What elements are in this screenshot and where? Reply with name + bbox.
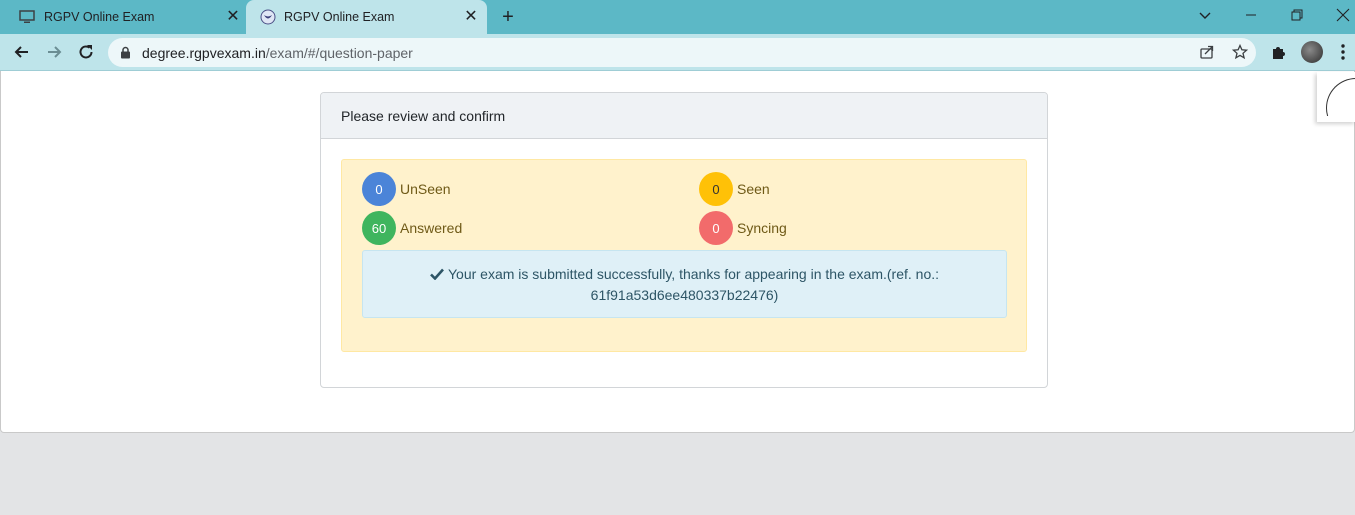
tab-title: RGPV Online Exam — [284, 10, 395, 24]
url-text[interactable]: degree.rgpvexam.in/exam/#/question-paper — [142, 45, 413, 61]
url-path: /exam/#/question-paper — [265, 45, 413, 61]
monitor-icon — [19, 10, 35, 23]
answered-count-badge: 60 — [362, 211, 396, 245]
close-tab-icon[interactable]: ✕ — [225, 9, 241, 25]
review-card: Please review and confirm 0 UnSeen 0 See… — [320, 92, 1048, 388]
share-icon[interactable] — [1199, 44, 1215, 60]
bookmark-star-icon[interactable] — [1232, 44, 1248, 60]
seen-label: Seen — [737, 181, 770, 197]
tab-title: RGPV Online Exam — [44, 10, 155, 24]
message-line-2: 61f91a53d6ee480337b22476) — [590, 287, 779, 303]
address-bar[interactable]: degree.rgpvexam.in/exam/#/question-paper — [108, 38, 1256, 67]
submission-success-message: Your exam is submitted successfully, tha… — [362, 250, 1007, 318]
forward-icon[interactable] — [44, 42, 64, 62]
browser-tab-active[interactable]: RGPV Online Exam ✕ — [246, 0, 487, 34]
answered-label: Answered — [400, 220, 463, 236]
arc-decoration — [1326, 78, 1355, 116]
seen-count-badge: 0 — [699, 172, 733, 206]
page-viewport: Please review and confirm 0 UnSeen 0 See… — [0, 71, 1355, 433]
stat-answered: 60 Answered — [362, 211, 462, 245]
card-header: Please review and confirm — [321, 93, 1047, 139]
new-tab-icon[interactable]: + — [499, 7, 517, 27]
reload-icon[interactable] — [76, 42, 96, 62]
unseen-label: UnSeen — [400, 181, 451, 197]
stat-seen: 0 Seen — [699, 172, 770, 206]
rgpv-logo-icon — [260, 9, 276, 25]
back-icon[interactable] — [12, 42, 32, 62]
profile-avatar[interactable] — [1301, 41, 1323, 63]
message-text-1: Your exam is submitted successfully, tha… — [447, 266, 940, 282]
close-window-icon[interactable] — [1332, 6, 1354, 26]
checkmark-icon — [430, 268, 444, 280]
message-line-1: Your exam is submitted successfully, tha… — [363, 264, 1006, 285]
exam-summary-panel: 0 UnSeen 0 Seen 60 Answered 0 Syncing Yo… — [341, 159, 1027, 352]
corner-widget[interactable] — [1317, 72, 1355, 122]
lock-icon[interactable] — [120, 46, 131, 59]
browser-tab[interactable]: RGPV Online Exam ✕ — [0, 0, 249, 34]
extensions-puzzle-icon[interactable] — [1270, 43, 1288, 61]
stat-unseen: 0 UnSeen — [362, 172, 451, 206]
browser-toolbar: degree.rgpvexam.in/exam/#/question-paper — [0, 34, 1355, 71]
syncing-label: Syncing — [737, 220, 787, 236]
minimize-icon[interactable] — [1240, 6, 1262, 26]
tab-strip: RGPV Online Exam ✕ RGPV Online Exam ✕ + — [0, 0, 1355, 34]
unseen-count-badge: 0 — [362, 172, 396, 206]
close-tab-icon[interactable]: ✕ — [463, 9, 479, 25]
syncing-count-badge: 0 — [699, 211, 733, 245]
tab-search-icon[interactable] — [1194, 6, 1216, 26]
stat-syncing: 0 Syncing — [699, 211, 787, 245]
more-menu-icon[interactable] — [1338, 43, 1348, 61]
url-host: degree.rgpvexam.in — [142, 45, 266, 61]
restore-icon[interactable] — [1286, 6, 1308, 26]
